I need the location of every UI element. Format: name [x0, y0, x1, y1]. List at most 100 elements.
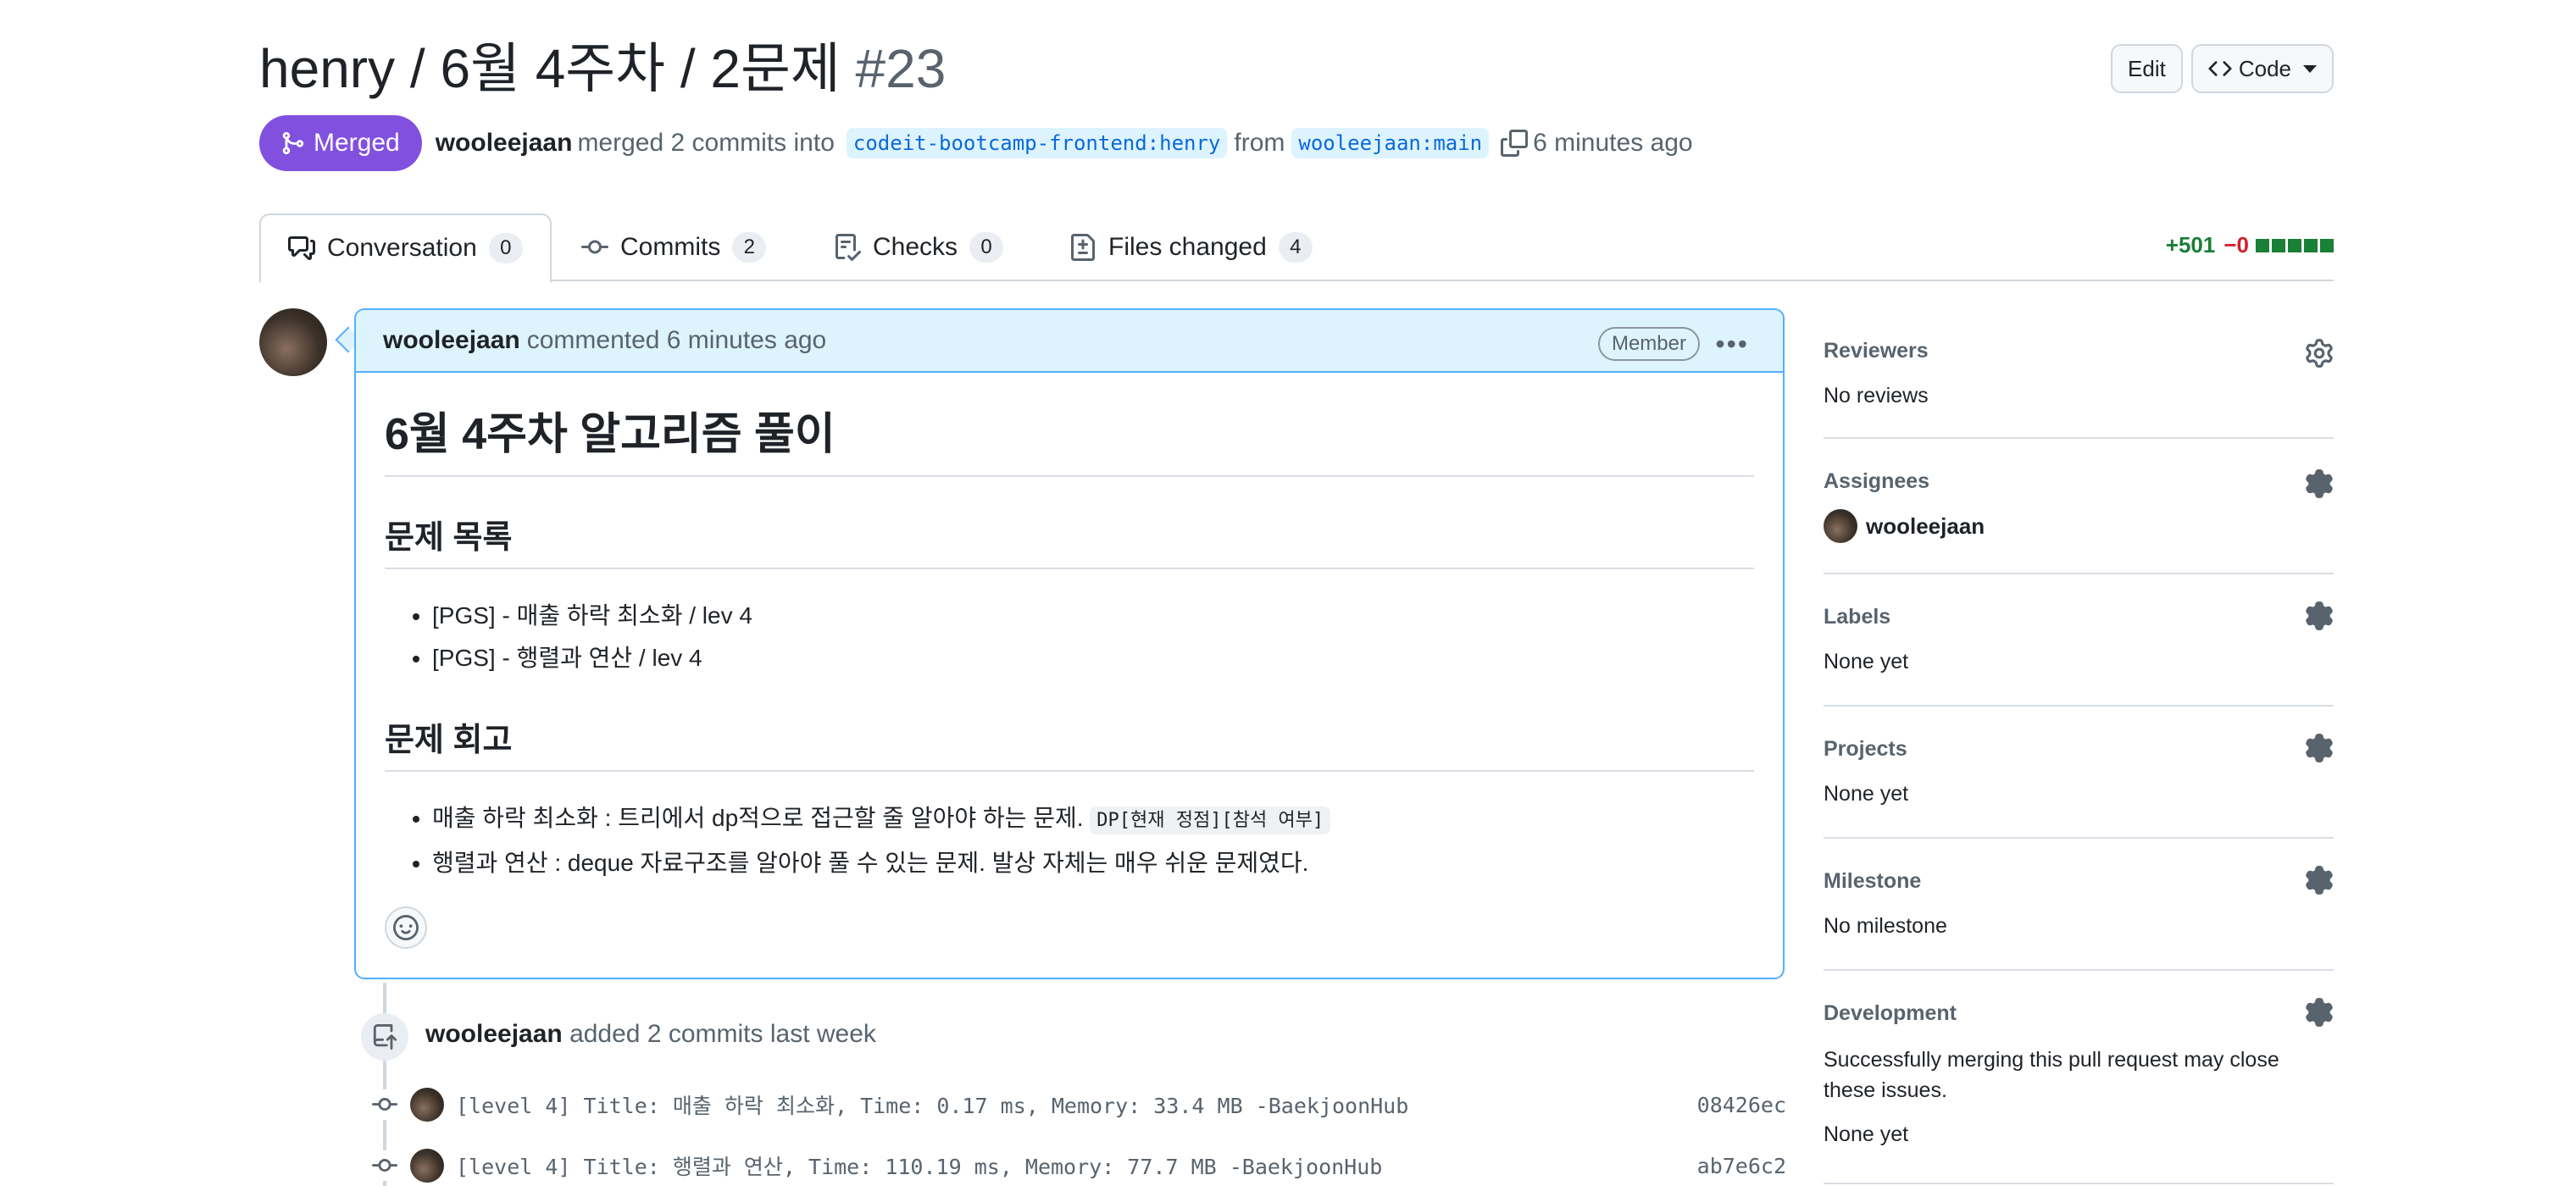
member-badge: Member	[1597, 327, 1700, 361]
review-heading: 문제 회고	[385, 713, 1754, 772]
gear-icon[interactable]	[2305, 866, 2334, 895]
pr-tabs: Conversation 0 Commits 2 Checks 0 Files …	[259, 213, 2334, 283]
kebab-menu-icon[interactable]: •••	[1715, 329, 1749, 360]
diffstat: +501 −0	[2166, 232, 2334, 258]
merge-icon	[282, 131, 304, 155]
edit-button[interactable]: Edit	[2111, 44, 2183, 93]
list-item: [PGS] - 매출 하락 최소화 / lev 4	[432, 595, 1754, 637]
assignee-item[interactable]: wooleejaan	[1824, 509, 2334, 543]
diffstat-block	[2320, 238, 2334, 252]
code-button[interactable]: Code	[2190, 44, 2334, 93]
diffstat-deletions: −0	[2223, 232, 2249, 258]
page-title: henry / 6월 4주차 / 2문제 #23	[259, 30, 946, 107]
list-item: 행렬과 연산 : deque 자료구조를 알아야 풀 수 있는 문제. 발상 자…	[432, 842, 1754, 884]
timeline-event: wooleejaan added 2 commits last week	[425, 1020, 876, 1049]
git-commit-icon	[581, 240, 608, 254]
diffstat-blocks	[2256, 238, 2334, 252]
chevron-down-icon	[2303, 64, 2317, 73]
inline-code: DP[현재 정점][참석 여부]	[1090, 806, 1331, 834]
diffstat-block	[2256, 238, 2269, 252]
sidebar-projects-value: None yet	[1824, 782, 1909, 806]
tab-conversation-label: Conversation	[327, 234, 477, 262]
sidebar-assignees: Assignees wooleejaan	[1824, 439, 2334, 574]
tab-conversation[interactable]: Conversation 0	[259, 213, 552, 283]
repo-push-icon	[361, 1013, 408, 1061]
comment-heading: 6월 4주차 알고리즘 풀이	[385, 398, 1754, 477]
sidebar-labels-value: None yet	[1824, 650, 1909, 673]
sidebar-development-value: None yet	[1824, 1122, 1909, 1146]
git-commit-icon	[369, 1089, 400, 1120]
timeline-text: added 2 commits last week	[569, 1020, 876, 1048]
sidebar-projects: Projects None yet	[1824, 707, 2334, 839]
sidebar-reviewers-title: Reviewers	[1824, 339, 1929, 363]
sidebar-development-description: Successfully merging this pull request m…	[1824, 1048, 2279, 1102]
timeline-author[interactable]: wooleejaan	[425, 1020, 563, 1048]
file-diff-icon	[1071, 234, 1095, 261]
gear-icon[interactable]	[2305, 601, 2334, 630]
tab-commits-count: 2	[732, 232, 767, 263]
diffstat-block	[2288, 238, 2301, 252]
gear-icon[interactable]	[2305, 998, 2334, 1027]
header-actions: Edit Code	[2111, 44, 2334, 93]
pr-number: #23	[855, 38, 947, 99]
tab-checks-count: 0	[969, 232, 1004, 263]
comment-header: wooleejaan commented 6 minutes ago Membe…	[356, 310, 1783, 373]
tab-files-changed[interactable]: Files changed 4	[1042, 213, 1340, 281]
review-text: 매출 하락 최소화 : 트리에서 dp적으로 접근할 줄 알아야 하는 문제.	[432, 805, 1084, 831]
commit-message[interactable]: [level 4] Title: 행렬과 연산, Time: 110.19 ms…	[456, 1150, 1382, 1181]
tab-files-label: Files changed	[1108, 233, 1267, 261]
code-icon	[2208, 61, 2232, 76]
avatar[interactable]	[410, 1149, 444, 1183]
gear-icon[interactable]	[2305, 339, 2334, 368]
copy-icon[interactable]	[1501, 130, 1529, 157]
diffstat-additions: +501	[2165, 232, 2216, 258]
commit-row: [level 4] Title: 행렬과 연산, Time: 110.19 ms…	[369, 1147, 1786, 1184]
comment-box: wooleejaan commented 6 minutes ago Membe…	[354, 308, 1785, 979]
add-reaction-button[interactable]	[385, 906, 427, 949]
code-button-label: Code	[2238, 55, 2291, 81]
comment-discussion-icon	[288, 236, 315, 260]
sidebar-reviewers-value: No reviews	[1824, 384, 1929, 407]
problem-list: [PGS] - 매출 하락 최소화 / lev 4 [PGS] - 행렬과 연산…	[385, 595, 1754, 679]
commit-sha[interactable]: 08426ec	[1697, 1093, 1786, 1117]
diffstat-block	[2272, 238, 2285, 252]
commit-sha[interactable]: ab7e6c2	[1697, 1154, 1786, 1178]
avatar[interactable]	[410, 1088, 444, 1122]
gear-icon[interactable]	[2305, 734, 2334, 762]
sidebar-development-title: Development	[1824, 1001, 1957, 1025]
tab-commits[interactable]: Commits 2	[554, 213, 793, 281]
merged-state-badge: Merged	[259, 115, 422, 171]
author-link[interactable]: wooleejaan	[436, 129, 573, 158]
diffstat-block	[2304, 238, 2318, 252]
base-branch[interactable]: codeit-bootcamp-frontend:henry	[846, 128, 1228, 158]
gear-icon[interactable]	[2305, 469, 2334, 498]
smiley-icon	[393, 915, 419, 940]
review-list: 매출 하락 최소화 : 트리에서 dp적으로 접근할 줄 알아야 하는 문제. …	[385, 797, 1754, 884]
sidebar-labels-title: Labels	[1824, 605, 1891, 629]
list-item: [PGS] - 행렬과 연산 / lev 4	[432, 637, 1754, 679]
tab-conversation-count: 0	[488, 233, 523, 263]
list-item: 매출 하락 최소화 : 트리에서 dp적으로 접근할 줄 알아야 하는 문제. …	[432, 797, 1754, 842]
tab-commits-label: Commits	[620, 233, 721, 261]
tab-files-count: 4	[1278, 232, 1313, 263]
sidebar: Reviewers No reviews Assignees wooleejaa…	[1824, 317, 2334, 1184]
comment-author[interactable]: wooleejaan	[383, 326, 520, 355]
head-branch[interactable]: wooleejaan:main	[1291, 128, 1490, 158]
sidebar-assignees-title: Assignees	[1824, 469, 1930, 493]
commit-message[interactable]: [level 4] Title: 매출 하락 최소화, Time: 0.17 m…	[456, 1089, 1408, 1120]
sidebar-milestone: Milestone No milestone	[1824, 839, 2334, 971]
avatar[interactable]	[259, 308, 327, 376]
meta-time: 6 minutes ago	[1533, 129, 1693, 157]
problem-list-heading: 문제 목록	[385, 511, 1754, 569]
sidebar-milestone-value: No milestone	[1824, 914, 1947, 938]
assignee-name: wooleejaan	[1866, 513, 1985, 539]
tab-checks[interactable]: Checks 0	[807, 213, 1030, 281]
sidebar-development: Development Successfully merging this pu…	[1824, 971, 2334, 1184]
merged-label: Merged	[314, 129, 400, 157]
sidebar-labels: Labels None yet	[1824, 574, 2334, 707]
pr-title-text: henry / 6월 4주차 / 2문제	[259, 38, 841, 99]
avatar	[1824, 509, 1857, 543]
comment-body: 6월 4주차 알고리즘 풀이 문제 목록 [PGS] - 매출 하락 최소화 /…	[356, 373, 1783, 910]
commit-row: [level 4] Title: 매출 하락 최소화, Time: 0.17 m…	[369, 1086, 1786, 1123]
sidebar-reviewers: Reviewers No reviews	[1824, 317, 2334, 439]
